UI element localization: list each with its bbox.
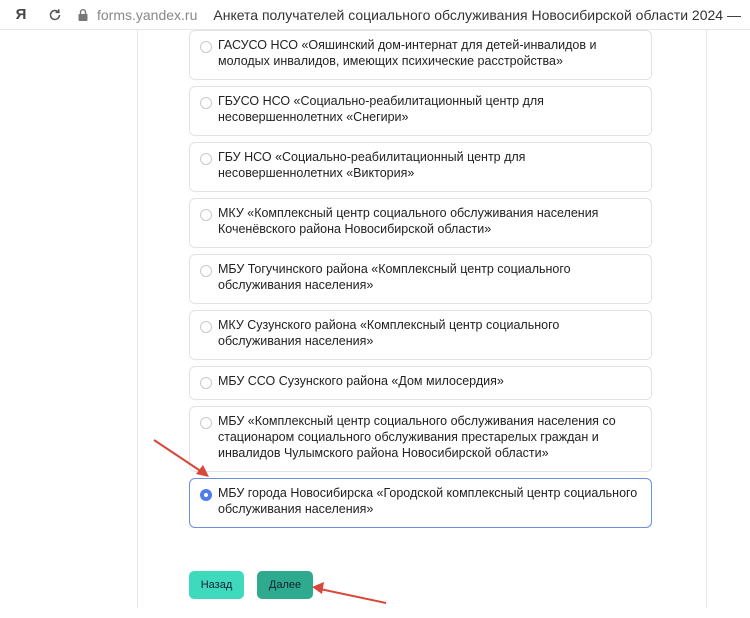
annotation-arrows	[153, 439, 387, 604]
annotation-arrow-to-selected-option	[153, 439, 209, 477]
annotation-arrow-to-next-button	[312, 582, 387, 604]
